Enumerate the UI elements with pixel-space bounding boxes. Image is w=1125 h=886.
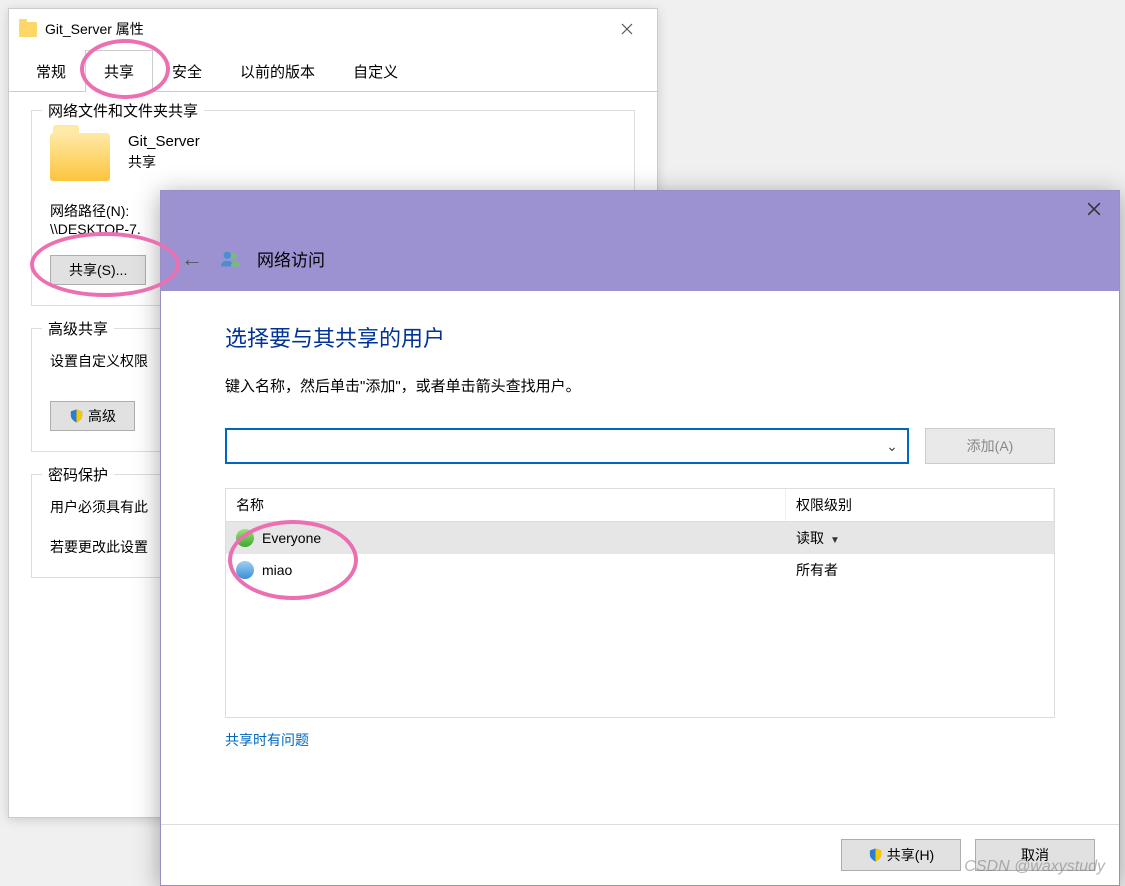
group-legend: 高级共享 xyxy=(42,318,114,339)
share-hint: 键入名称，然后单击"添加"，或者单击箭头查找用户。 xyxy=(225,375,1055,396)
group-legend: 密码保护 xyxy=(42,464,114,485)
share-status: 共享 xyxy=(128,152,200,172)
user-name-cell: Everyone xyxy=(226,523,786,553)
tab-customize[interactable]: 自定义 xyxy=(334,50,417,92)
user-icon xyxy=(236,561,254,579)
user-name-label: Everyone xyxy=(262,530,321,546)
tab-sharing[interactable]: 共享 xyxy=(85,50,153,92)
folder-icon xyxy=(50,133,110,181)
user-name-label: miao xyxy=(262,562,292,578)
share-button[interactable]: 共享(S)... xyxy=(50,255,146,285)
group-legend: 网络文件和文件夹共享 xyxy=(42,100,204,121)
network-access-window: ← 网络访问 选择要与其共享的用户 键入名称，然后单击"添加"，或者单击箭头查找… xyxy=(160,190,1120,886)
user-icon xyxy=(236,529,254,547)
share-heading: 选择要与其共享的用户 xyxy=(225,321,1055,353)
col-name-header[interactable]: 名称 xyxy=(226,489,786,521)
advanced-button-label: 高级 xyxy=(88,406,116,426)
share-body: 选择要与其共享的用户 键入名称，然后单击"添加"，或者单击箭头查找用户。 ⌄ 添… xyxy=(161,291,1119,824)
shield-icon xyxy=(69,408,84,424)
folder-icon xyxy=(19,22,37,37)
permission-cell[interactable]: 所有者 xyxy=(786,554,1054,586)
close-button[interactable] xyxy=(1069,191,1119,226)
footer-share-label: 共享(H) xyxy=(887,845,934,865)
shield-icon xyxy=(868,847,883,863)
table-row[interactable]: Everyone 读取 xyxy=(226,522,1054,554)
share-nav-title: 网络访问 xyxy=(257,246,325,271)
tab-previous-versions[interactable]: 以前的版本 xyxy=(221,50,334,92)
user-combobox[interactable]: ⌄ xyxy=(225,428,909,464)
user-name-cell: miao xyxy=(226,555,786,585)
tab-general[interactable]: 常规 xyxy=(17,50,85,92)
permission-cell[interactable]: 读取 xyxy=(786,522,1054,554)
back-arrow-icon[interactable]: ← xyxy=(181,246,203,272)
col-perm-header[interactable]: 权限级别 xyxy=(786,489,1054,521)
advanced-share-button[interactable]: 高级 xyxy=(50,401,135,431)
share-header: ← 网络访问 xyxy=(161,191,1119,291)
people-icon xyxy=(219,248,241,270)
user-permission-table: 名称 权限级别 Everyone 读取 miao 所有者 xyxy=(225,488,1055,718)
tabs: 常规 共享 安全 以前的版本 自定义 xyxy=(9,49,657,92)
close-button[interactable] xyxy=(607,14,647,44)
tab-security[interactable]: 安全 xyxy=(153,50,221,92)
user-input[interactable] xyxy=(227,430,877,462)
properties-titlebar: Git_Server 属性 xyxy=(9,9,657,49)
chevron-down-icon[interactable]: ⌄ xyxy=(877,438,907,455)
footer-share-button[interactable]: 共享(H) xyxy=(841,839,961,871)
properties-title: Git_Server 属性 xyxy=(45,19,144,39)
folder-name: Git_Server xyxy=(128,133,200,150)
table-row[interactable]: miao 所有者 xyxy=(226,554,1054,586)
add-button[interactable]: 添加(A) xyxy=(925,428,1055,464)
sharing-trouble-link[interactable]: 共享时有问题 xyxy=(225,730,1055,750)
table-header: 名称 权限级别 xyxy=(226,489,1054,522)
watermark: CSDN @waxystudy xyxy=(964,858,1105,876)
